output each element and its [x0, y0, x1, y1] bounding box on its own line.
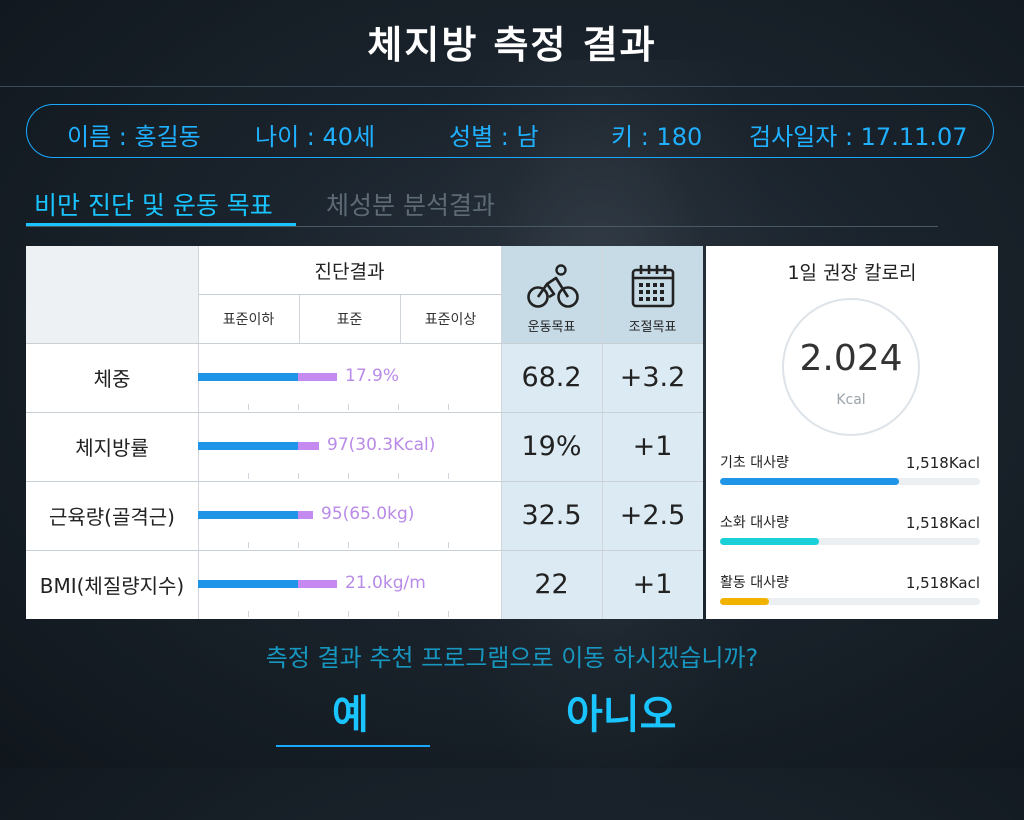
- active-tab-indicator: [26, 223, 296, 226]
- adjust-goal-value: +1: [632, 431, 673, 462]
- calorie-item-value: 1,518Kacl: [905, 574, 980, 592]
- page-title: 체지방 측정 결과: [367, 23, 657, 67]
- table-corner: [26, 246, 198, 343]
- scale-tick: [398, 542, 399, 548]
- scale-tick: [348, 404, 349, 410]
- scale-tick: [448, 404, 449, 410]
- bar-value-label: 21.0kg/m: [345, 573, 426, 593]
- tab-body-composition[interactable]: 체성분 분석결과: [326, 186, 495, 222]
- scale-tick: [248, 473, 249, 479]
- info-gender: 성별 : 남: [449, 123, 539, 151]
- subheader-above-standard: 표준이상: [424, 311, 477, 328]
- bar-value-label: 17.9%: [345, 366, 400, 386]
- exercise-goal-label: 운동목표: [527, 320, 576, 335]
- daily-calorie-panel: 1일 권장 칼로리 2.024 Kcal 기초 대사량 1,518Kacl 소화…: [706, 246, 998, 619]
- calorie-progress-fill: [720, 598, 770, 605]
- scale-tick: [348, 473, 349, 479]
- scale-tick: [298, 611, 299, 617]
- scale-tick: [248, 542, 249, 548]
- scale-tick: [298, 404, 299, 410]
- calorie-gauge: 2.024 Kcal: [782, 298, 920, 436]
- calorie-item-label: 소화 대사량: [720, 515, 789, 531]
- info-age: 나이 : 40세: [255, 123, 376, 151]
- info-name: 이름 : 홍길동: [67, 123, 201, 151]
- scale-tick: [448, 611, 449, 617]
- info-height: 키 : 180: [611, 123, 703, 151]
- scale-tick: [398, 473, 399, 479]
- cyclist-icon: [527, 264, 579, 308]
- bar-excess: [298, 442, 319, 450]
- bar-standard: [198, 442, 298, 450]
- subheader-below-standard: 표준이하: [222, 311, 275, 328]
- bar-excess: [298, 373, 337, 381]
- row-label: 체중: [93, 367, 131, 391]
- adjust-goal-value: +3.2: [619, 362, 686, 393]
- info-date: 검사일자 : 17.11.07: [749, 123, 968, 151]
- row-label: 체지방률: [75, 436, 149, 460]
- scale-tick: [398, 404, 399, 410]
- calorie-item-value: 1,518Kacl: [905, 454, 980, 472]
- scale-tick: [248, 611, 249, 617]
- row-label: 근육량(골격근): [48, 505, 175, 529]
- calorie-unit: Kcal: [836, 392, 866, 408]
- adjust-goal-value: +2.5: [619, 500, 686, 531]
- bar-standard: [198, 373, 298, 381]
- calorie-progress-fill: [720, 478, 900, 485]
- bar-value-label: 95(65.0kg): [321, 504, 415, 524]
- bar-standard: [198, 580, 298, 588]
- no-button[interactable]: 아니오: [566, 682, 676, 740]
- adjust-goal-header: 조절목표: [602, 246, 703, 343]
- calorie-progress-fill: [720, 538, 819, 545]
- calorie-item-label: 기초 대사량: [720, 455, 789, 471]
- calorie-progress-track: [720, 598, 980, 605]
- bar-excess: [298, 580, 337, 588]
- scale-tick: [448, 473, 449, 479]
- calendar-icon: [631, 265, 675, 308]
- bar-value-label: 97(30.3Kcal): [327, 435, 436, 455]
- exercise-goal-value: 22: [534, 569, 569, 600]
- calorie-progress-track: [720, 478, 980, 485]
- calorie-value: 2.024: [799, 338, 903, 379]
- diagnosis-table: 진단결과 표준이하 표준 표준이상 운동목표 조절목표 체중 17.9% 68.…: [26, 246, 703, 619]
- tab-bar: 비만 진단 및 운동 목표 체성분 분석결과: [26, 180, 938, 227]
- scale-tick: [248, 404, 249, 410]
- bar-excess: [298, 511, 313, 519]
- tab-obesity-diagnosis[interactable]: 비만 진단 및 운동 목표: [34, 186, 273, 222]
- user-info-bar: 이름 : 홍길동 나이 : 40세 성별 : 남 키 : 180 검사일자 : …: [26, 104, 994, 158]
- program-prompt: 측정 결과 추천 프로그램으로 이동 하시겠습니까?: [265, 644, 759, 672]
- scale-tick: [448, 542, 449, 548]
- bar-standard: [198, 511, 298, 519]
- row-label: BMI(체질량지수): [39, 574, 185, 598]
- title-divider: [0, 86, 1024, 87]
- scale-tick: [298, 542, 299, 548]
- exercise-goal-value: 32.5: [521, 500, 582, 531]
- calorie-title: 1일 권장 칼로리: [787, 262, 917, 284]
- scale-tick: [348, 542, 349, 548]
- diagnosis-header: 진단결과: [314, 260, 385, 283]
- subheader-standard: 표준: [336, 311, 363, 328]
- calorie-progress-track: [720, 538, 980, 545]
- exercise-goal-value: 68.2: [521, 362, 582, 393]
- scale-tick: [398, 611, 399, 617]
- adjust-goal-value: +1: [632, 569, 673, 600]
- adjust-goal-label: 조절목표: [628, 320, 677, 335]
- calorie-item-value: 1,518Kacl: [905, 514, 980, 532]
- exercise-goal-header: 운동목표: [501, 246, 602, 343]
- yes-button-underline: [276, 745, 430, 747]
- scale-tick: [298, 473, 299, 479]
- yes-button[interactable]: 예: [332, 682, 369, 740]
- calorie-item-label: 활동 대사량: [720, 575, 789, 591]
- exercise-goal-value: 19%: [521, 431, 582, 462]
- scale-tick: [348, 611, 349, 617]
